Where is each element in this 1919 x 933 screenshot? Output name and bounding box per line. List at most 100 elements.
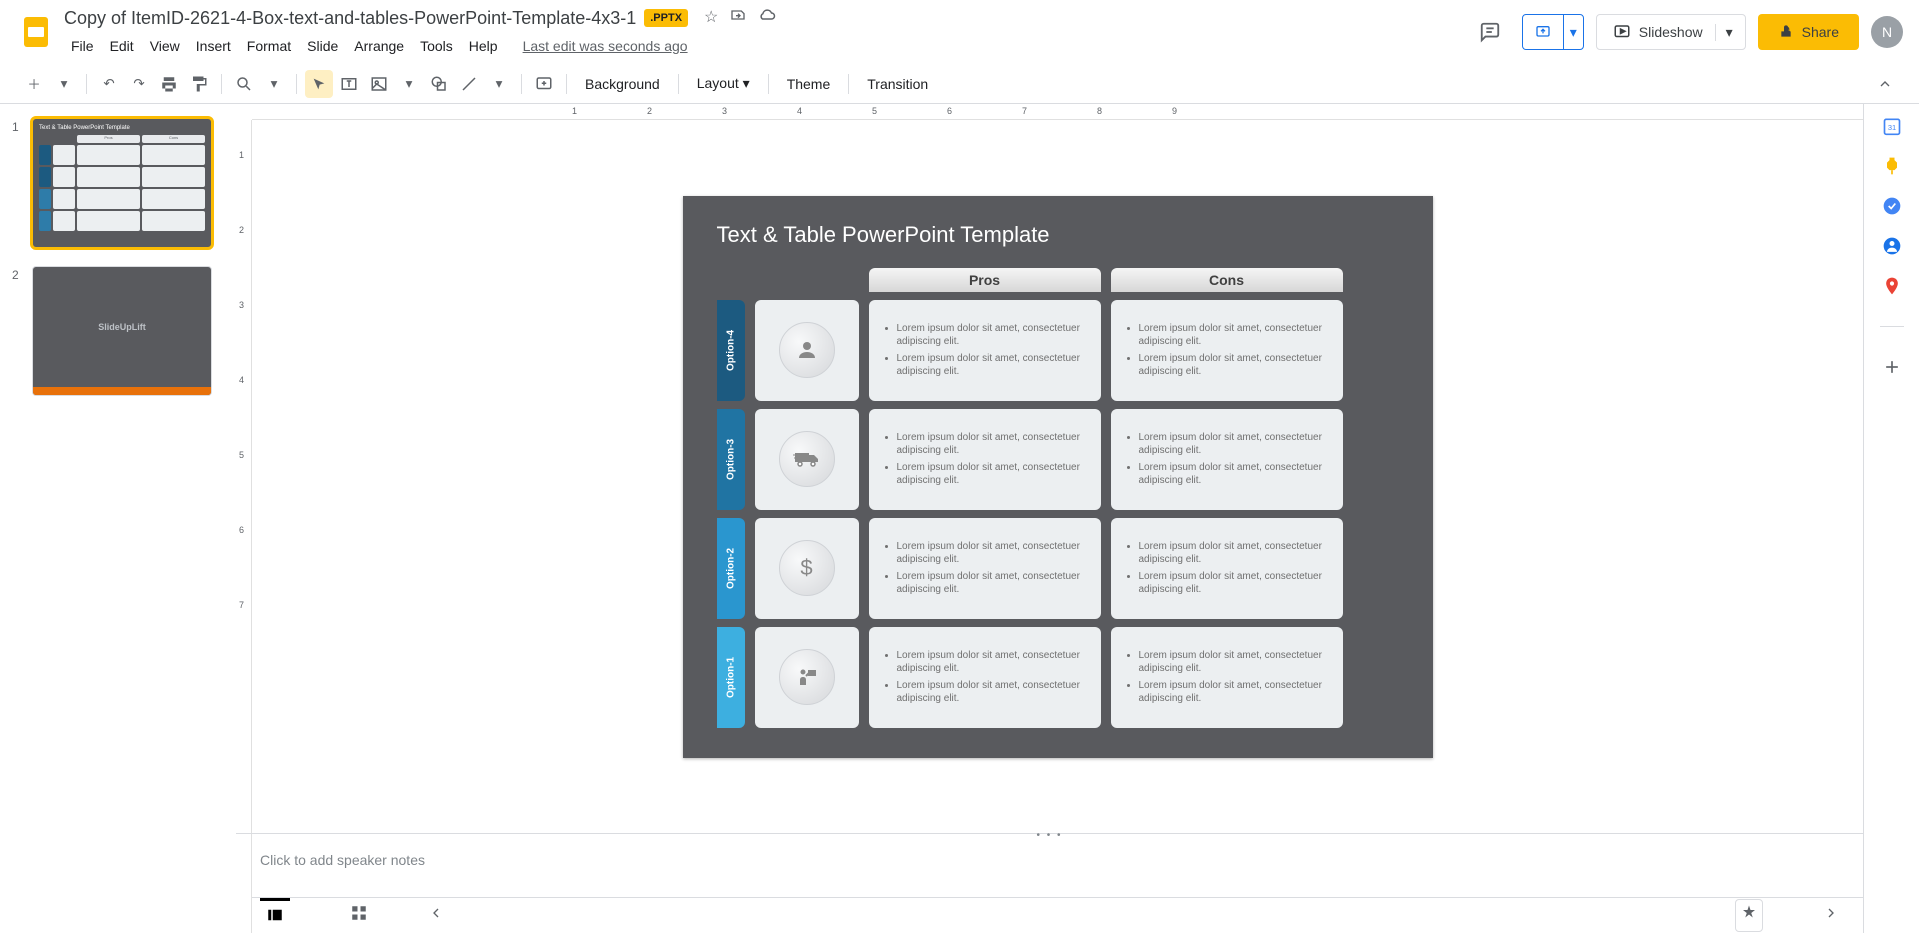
- menu-slide[interactable]: Slide: [300, 34, 345, 58]
- cons-2[interactable]: Lorem ipsum dolor sit amet, consectetuer…: [1111, 518, 1343, 619]
- slide-canvas[interactable]: Text & Table PowerPoint Template Pros Co…: [683, 196, 1433, 758]
- tab-option-4[interactable]: Option-4: [717, 300, 745, 401]
- slideshow-button[interactable]: Slideshow ▾: [1596, 14, 1746, 50]
- theme-button[interactable]: Theme: [777, 70, 841, 98]
- slides-logo[interactable]: [16, 12, 56, 52]
- pros-4[interactable]: Lorem ipsum dolor sit amet, consectetuer…: [869, 300, 1101, 401]
- menu-arrange[interactable]: Arrange: [347, 34, 411, 58]
- zoom-button[interactable]: [230, 70, 258, 98]
- person-icon: [779, 322, 835, 378]
- canvas-area: 123456789 1234567 Text & Table PowerPoin…: [236, 104, 1863, 933]
- notes-placeholder: Click to add speaker notes: [260, 852, 425, 868]
- slide-thumb-1[interactable]: Text & Table PowerPoint Template ProsCon…: [32, 118, 212, 248]
- last-edit-link[interactable]: Last edit was seconds ago: [519, 34, 692, 58]
- pros-2[interactable]: Lorem ipsum dolor sit amet, consectetuer…: [869, 518, 1101, 619]
- cloud-status-icon[interactable]: [758, 7, 776, 30]
- contacts-icon[interactable]: [1882, 236, 1902, 256]
- main-area: 1 Text & Table PowerPoint Template ProsC…: [0, 104, 1919, 933]
- filmstrip[interactable]: 1 Text & Table PowerPoint Template ProsC…: [0, 104, 236, 933]
- header-pros[interactable]: Pros: [869, 268, 1101, 292]
- footer-bar: [236, 897, 1863, 933]
- slide-thumb-2[interactable]: SlideUpLift: [32, 266, 212, 396]
- calendar-icon[interactable]: 31: [1882, 116, 1902, 136]
- dollar-icon: $: [779, 540, 835, 596]
- transition-button[interactable]: Transition: [857, 70, 938, 98]
- select-tool-button[interactable]: [305, 70, 333, 98]
- title-area: Copy of ItemID-2621-4-Box-text-and-table…: [64, 7, 1470, 58]
- menu-insert[interactable]: Insert: [189, 34, 238, 58]
- line-tool-button[interactable]: [455, 70, 483, 98]
- zoom-caret[interactable]: ▾: [260, 70, 288, 98]
- line-tool-caret[interactable]: ▾: [485, 70, 513, 98]
- present-upload-group[interactable]: ▾: [1522, 14, 1584, 50]
- slideshow-caret[interactable]: ▾: [1715, 24, 1733, 41]
- menu-view[interactable]: View: [143, 34, 187, 58]
- menu-tools[interactable]: Tools: [413, 34, 460, 58]
- tasks-icon[interactable]: [1882, 196, 1902, 216]
- undo-button[interactable]: ↶: [95, 70, 123, 98]
- redo-button[interactable]: ↷: [125, 70, 153, 98]
- maps-icon[interactable]: [1882, 276, 1902, 296]
- thumb-number-2: 2: [12, 266, 32, 396]
- layout-button[interactable]: Layout ▾: [687, 70, 760, 98]
- menu-edit[interactable]: Edit: [103, 34, 141, 58]
- background-button[interactable]: Background: [575, 70, 670, 98]
- slide-content-grid: Pros Cons Option-4 Lorem ipsum dolor sit…: [717, 268, 1399, 728]
- collapse-filmstrip-icon[interactable]: [428, 905, 444, 926]
- tab-option-3[interactable]: Option-3: [717, 409, 745, 510]
- star-icon[interactable]: ☆: [704, 7, 718, 30]
- share-label: Share: [1802, 24, 1839, 40]
- share-button[interactable]: Share: [1758, 14, 1859, 50]
- notes-resize-handle[interactable]: • • •: [1036, 830, 1062, 841]
- image-tool-caret[interactable]: ▾: [395, 70, 423, 98]
- expand-side-icon[interactable]: [1823, 905, 1839, 926]
- tab-option-1[interactable]: Option-1: [717, 627, 745, 728]
- account-avatar[interactable]: N: [1871, 16, 1903, 48]
- filmstrip-view-icon[interactable]: [266, 906, 284, 929]
- move-icon[interactable]: [730, 7, 746, 30]
- app-header: Copy of ItemID-2621-4-Box-text-and-table…: [0, 0, 1919, 64]
- ruler-vertical[interactable]: 1234567: [236, 120, 252, 933]
- cons-4[interactable]: Lorem ipsum dolor sit amet, consectetuer…: [1111, 300, 1343, 401]
- textbox-tool-button[interactable]: [335, 70, 363, 98]
- shape-tool-button[interactable]: [425, 70, 453, 98]
- pros-3[interactable]: Lorem ipsum dolor sit amet, consectetuer…: [869, 409, 1101, 510]
- grid-view-icon[interactable]: [350, 904, 368, 927]
- menu-help[interactable]: Help: [462, 34, 505, 58]
- present-upload-button[interactable]: [1523, 15, 1563, 49]
- truck-icon: [779, 431, 835, 487]
- explore-button[interactable]: [1735, 899, 1763, 932]
- menu-bar: File Edit View Insert Format Slide Arran…: [64, 34, 1470, 58]
- header-cons[interactable]: Cons: [1111, 268, 1343, 292]
- present-upload-caret[interactable]: ▾: [1563, 15, 1583, 49]
- icon-box-4[interactable]: [755, 300, 859, 401]
- collapse-toolbar-button[interactable]: [1871, 70, 1899, 98]
- tab-option-2[interactable]: Option-2: [717, 518, 745, 619]
- image-tool-button[interactable]: [365, 70, 393, 98]
- keep-icon[interactable]: [1882, 156, 1902, 176]
- print-button[interactable]: [155, 70, 183, 98]
- document-title[interactable]: Copy of ItemID-2621-4-Box-text-and-table…: [64, 8, 636, 29]
- cons-1[interactable]: Lorem ipsum dolor sit amet, consectetuer…: [1111, 627, 1343, 728]
- comment-button[interactable]: [530, 70, 558, 98]
- icon-box-1[interactable]: [755, 627, 859, 728]
- addons-plus-icon[interactable]: [1882, 357, 1902, 377]
- canvas-viewport[interactable]: Text & Table PowerPoint Template Pros Co…: [236, 120, 1863, 833]
- speaker-notes[interactable]: • • • Click to add speaker notes: [236, 833, 1863, 897]
- thumb-2-label: SlideUpLift: [33, 267, 211, 387]
- paint-format-button[interactable]: [185, 70, 213, 98]
- menu-file[interactable]: File: [64, 34, 101, 58]
- menu-format[interactable]: Format: [240, 34, 298, 58]
- header-actions: ▾ Slideshow ▾ Share N: [1470, 12, 1903, 52]
- pptx-badge: .PPTX: [644, 9, 688, 27]
- cons-3[interactable]: Lorem ipsum dolor sit amet, consectetuer…: [1111, 409, 1343, 510]
- ruler-horizontal[interactable]: 123456789: [252, 104, 1863, 120]
- icon-box-2[interactable]: $: [755, 518, 859, 619]
- new-slide-button[interactable]: ＋: [20, 70, 48, 98]
- pros-1[interactable]: Lorem ipsum dolor sit amet, consectetuer…: [869, 627, 1101, 728]
- toolbar: ＋ ▾ ↶ ↷ ▾ ▾ ▾ Background Layout ▾ Theme …: [0, 64, 1919, 104]
- new-slide-caret[interactable]: ▾: [50, 70, 78, 98]
- icon-box-3[interactable]: [755, 409, 859, 510]
- slide-title[interactable]: Text & Table PowerPoint Template: [717, 222, 1399, 248]
- comment-history-icon[interactable]: [1470, 12, 1510, 52]
